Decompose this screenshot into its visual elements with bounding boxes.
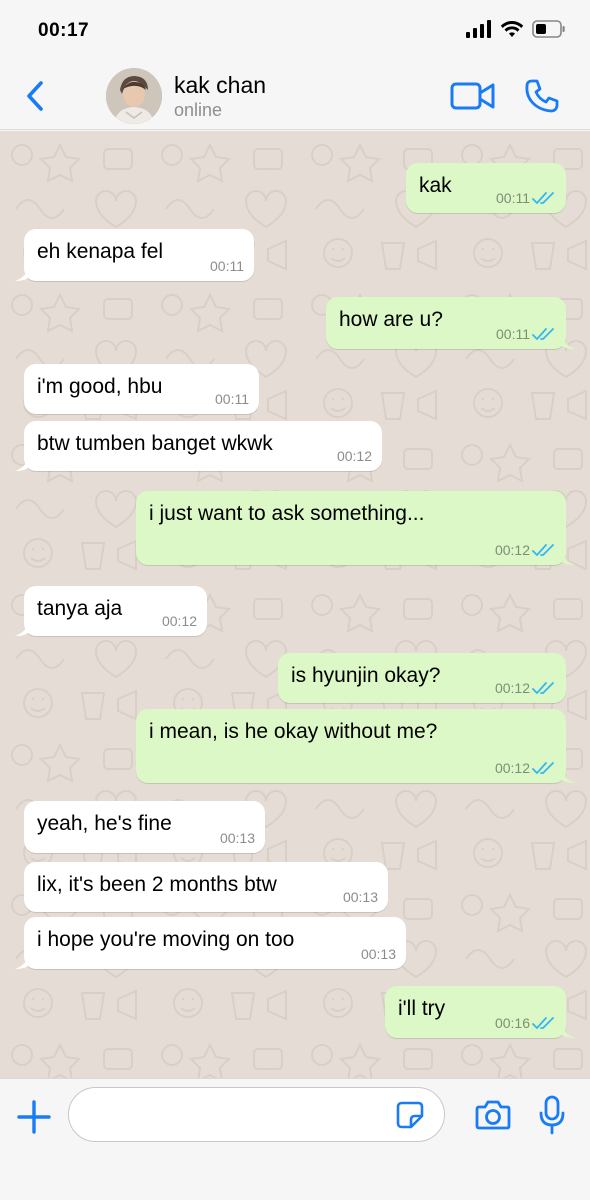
- message-text: tanya aja: [37, 597, 123, 620]
- chat-area[interactable]: kak 00:11 eh kenapa fel 00:11 how are u? 00:1…: [0, 131, 590, 1078]
- avatar-photo: [106, 68, 162, 124]
- double-check-read-icon: [532, 328, 554, 340]
- contact-status: online: [174, 100, 223, 120]
- message-bubble-outgoing[interactable]: how are u? 00:11: [326, 297, 575, 349]
- camera-icon: [475, 1100, 511, 1130]
- message-meta: 00:13: [361, 946, 396, 962]
- video-camera-icon: [450, 82, 495, 110]
- message-meta: 00:11: [210, 258, 244, 274]
- bubble-tail: [15, 620, 29, 636]
- message-time: 00:12: [494, 680, 530, 696]
- message-meta: 00:12: [337, 448, 372, 464]
- message-bubble-incoming[interactable]: yeah, he's fine 00:13: [24, 801, 265, 853]
- message-time: 00:13: [219, 830, 255, 846]
- message-bubble-outgoing[interactable]: i just want to ask something... 00:12: [136, 491, 575, 565]
- message-text: btw tumben banget wkwk: [37, 432, 273, 455]
- microphone-button[interactable]: [538, 1095, 566, 1135]
- attach-button[interactable]: [16, 1099, 52, 1135]
- message-meta: 00:11: [496, 326, 556, 342]
- message-bubble-outgoing[interactable]: i'll try 00:16: [385, 986, 575, 1038]
- message-time: 00:16: [494, 1015, 530, 1031]
- message-text: i just want to ask something...: [149, 502, 425, 525]
- sticker-icon: [396, 1101, 424, 1129]
- message-text: how are u?: [339, 308, 443, 331]
- message-time: 00:13: [360, 946, 396, 962]
- message-bubble-incoming[interactable]: i'm good, hbu 00:11: [24, 364, 259, 414]
- message-bubble-incoming[interactable]: eh kenapa fel 00:11: [15, 229, 254, 281]
- message-meta: 00:11: [215, 391, 249, 407]
- bubble-tail: [15, 265, 29, 281]
- message-text: i mean, is he okay without me?: [149, 720, 438, 743]
- message-text: i hope you're moving on too: [37, 928, 295, 951]
- message-meta: 00:16: [495, 1015, 556, 1031]
- message-time: 00:11: [210, 258, 244, 274]
- double-check-read-icon: [532, 192, 554, 204]
- message-bubble-incoming[interactable]: i hope you're moving on too 00:13: [15, 917, 406, 969]
- microphone-icon: [539, 1095, 565, 1135]
- cellular-signal-icon: [466, 20, 491, 38]
- plus-icon: [17, 1100, 51, 1134]
- message-meta: 00:12: [495, 542, 556, 558]
- double-check-read-icon: [532, 544, 554, 556]
- bubble-tail: [15, 953, 29, 969]
- status-icons: [466, 20, 566, 38]
- message-time: 00:13: [342, 889, 378, 905]
- message-meta: 00:12: [162, 613, 197, 629]
- message-text: i'll try: [398, 997, 446, 1020]
- message-text: kak: [419, 174, 452, 197]
- message-meta: 00:12: [495, 680, 556, 696]
- bubble-tail: [561, 333, 575, 349]
- composer-bar: [0, 1078, 590, 1200]
- message-meta: 00:12: [495, 760, 556, 776]
- bubble-tail: [15, 455, 29, 471]
- message-bubble-incoming[interactable]: lix, it's been 2 months btw 00:13: [24, 862, 388, 912]
- sticker-button[interactable]: [396, 1101, 424, 1129]
- double-check-read-icon: [532, 682, 554, 694]
- chat-header: kak chan online: [0, 60, 590, 130]
- contact-name[interactable]: kak chan: [174, 72, 266, 99]
- message-time: 00:12: [161, 613, 197, 629]
- message-bubble-outgoing[interactable]: is hyunjin okay? 00:12: [278, 653, 566, 703]
- message-time: 00:11: [496, 190, 530, 206]
- message-text: is hyunjin okay?: [291, 664, 441, 687]
- bubble-tail: [561, 767, 575, 783]
- message-time: 00:11: [215, 391, 249, 407]
- video-call-button[interactable]: [450, 80, 496, 112]
- message-bubble-outgoing[interactable]: i mean, is he okay without me? 00:12: [136, 709, 575, 783]
- message-text: yeah, he's fine: [37, 812, 172, 835]
- chevron-left-icon: [27, 81, 43, 111]
- double-check-read-icon: [532, 1017, 554, 1029]
- status-time: 00:17: [38, 20, 90, 41]
- message-time: 00:12: [494, 542, 530, 558]
- message-bubble-incoming[interactable]: tanya aja 00:12: [15, 586, 207, 636]
- message-meta: 00:13: [220, 830, 255, 846]
- message-bubble-outgoing[interactable]: kak 00:11: [406, 163, 566, 213]
- message-meta: 00:13: [343, 889, 378, 905]
- message-meta: 00:11: [496, 190, 556, 206]
- contact-avatar[interactable]: [106, 68, 162, 124]
- phone-icon: [525, 79, 559, 113]
- back-button[interactable]: [20, 78, 50, 114]
- message-text: eh kenapa fel: [37, 240, 164, 263]
- message-input[interactable]: [68, 1087, 445, 1142]
- voice-call-button[interactable]: [524, 78, 560, 114]
- battery-icon: [532, 20, 565, 38]
- camera-button[interactable]: [475, 1099, 511, 1131]
- double-check-read-icon: [532, 762, 554, 774]
- bubble-tail: [561, 549, 575, 565]
- message-time: 00:12: [494, 760, 530, 776]
- wifi-icon: [500, 21, 524, 37]
- message-text: i'm good, hbu: [37, 375, 163, 398]
- message-bubble-incoming[interactable]: btw tumben banget wkwk 00:12: [15, 421, 382, 471]
- status-bar: 00:17: [0, 0, 590, 60]
- message-time: 00:11: [496, 326, 530, 342]
- message-text: lix, it's been 2 months btw: [37, 873, 277, 896]
- bubble-tail: [561, 1022, 575, 1038]
- message-time: 00:12: [336, 448, 372, 464]
